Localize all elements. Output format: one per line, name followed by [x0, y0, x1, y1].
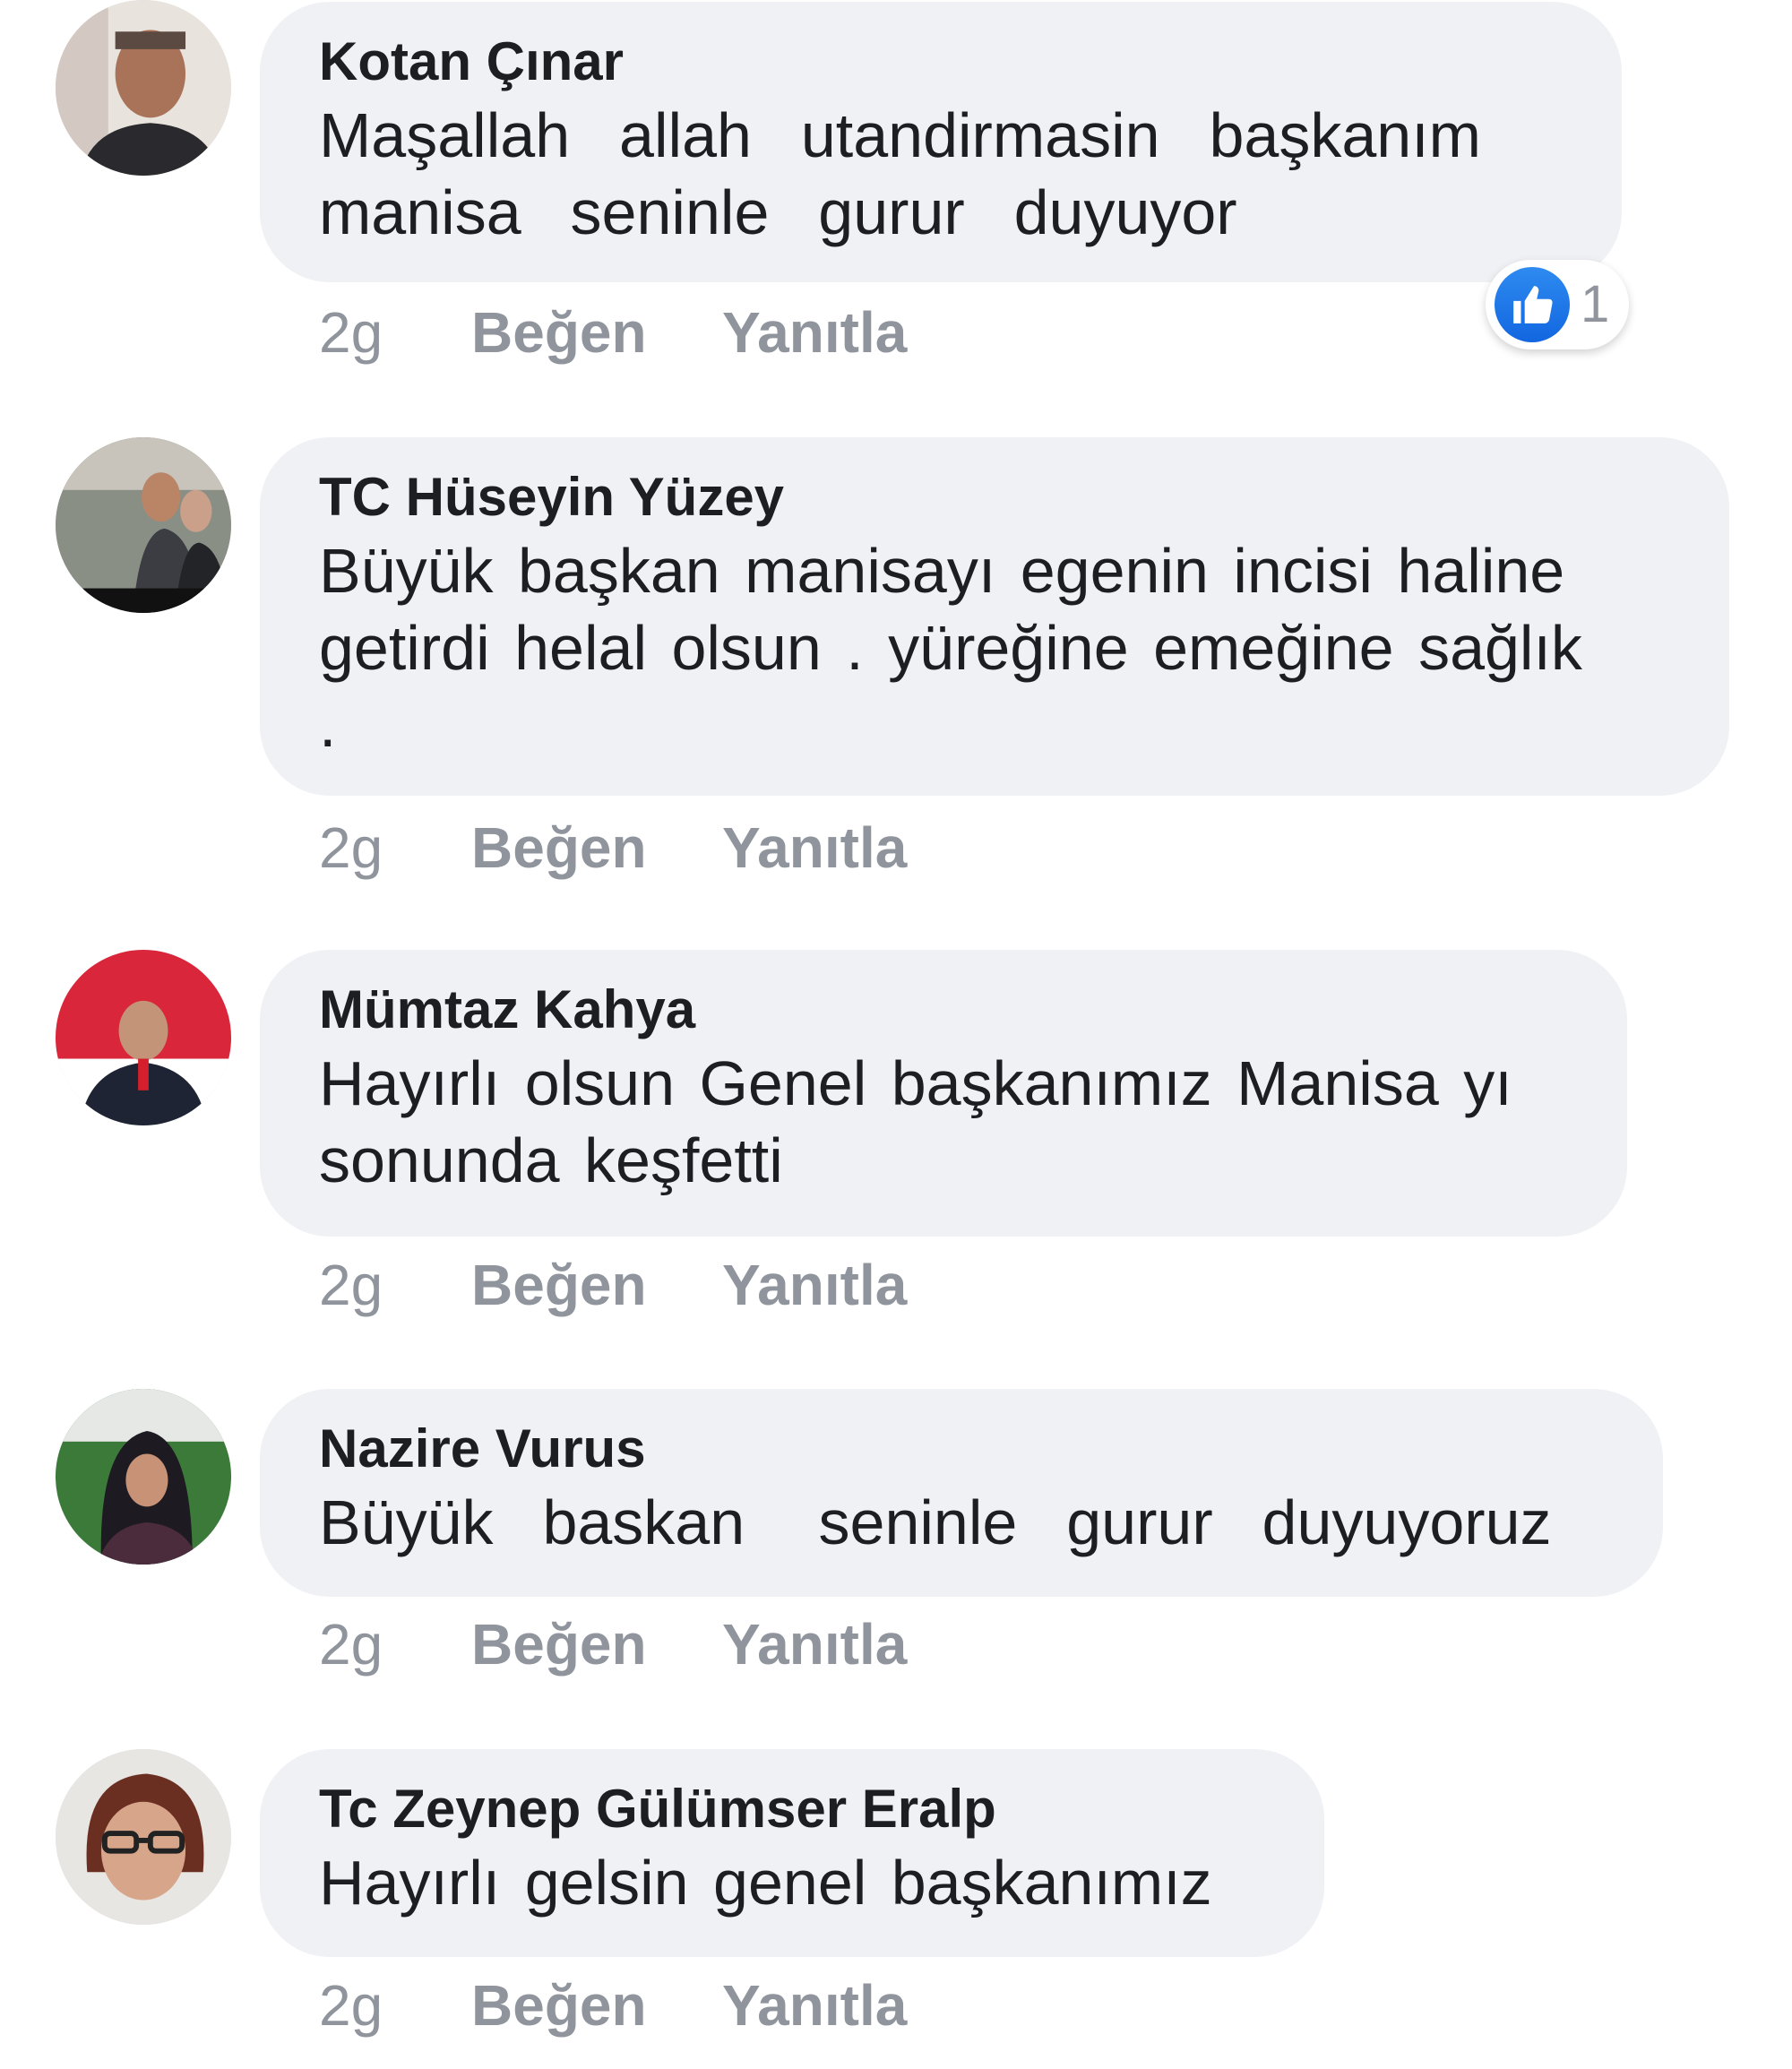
- comment-author[interactable]: Mümtaz Kahya: [319, 975, 1570, 1045]
- comment-author[interactable]: Tc Zeynep Gülümser Eralp: [319, 1774, 1267, 1844]
- like-button[interactable]: Beğen: [471, 812, 722, 884]
- like-button[interactable]: Beğen: [471, 1249, 722, 1321]
- reply-button[interactable]: Yanıtla: [722, 297, 907, 368]
- reply-button[interactable]: Yanıtla: [722, 1970, 907, 2041]
- reaction-badge[interactable]: 1: [1486, 260, 1630, 349]
- avatar-photo-icon: [56, 0, 231, 176]
- comment-text: Hayırlı gelsin genel başkanımız: [319, 1848, 1212, 1918]
- comment-actions: 2g Beğen Yanıtla: [319, 297, 907, 368]
- comment-bubble: Kotan Çınar Maşallah allah utandirmasin …: [260, 2, 1622, 282]
- avatar[interactable]: [56, 1749, 231, 1925]
- avatar[interactable]: [56, 0, 231, 176]
- avatar[interactable]: [56, 950, 231, 1125]
- like-button[interactable]: Beğen: [471, 297, 722, 368]
- like-button[interactable]: Beğen: [471, 1970, 722, 2041]
- comment-bubble: Mümtaz Kahya Hayırlı olsun Genel başkanı…: [260, 950, 1627, 1237]
- comment-author[interactable]: TC Hüseyin Yüzey: [319, 462, 1672, 532]
- reply-button[interactable]: Yanıtla: [722, 1249, 907, 1321]
- comment-actions: 2g Beğen Yanıtla: [319, 1608, 907, 1680]
- comment-timestamp[interactable]: 2g: [319, 1970, 471, 2041]
- comment-timestamp[interactable]: 2g: [319, 1608, 471, 1680]
- comment-text: Büyük baskan seninle gurur duyuyoruz: [319, 1487, 1552, 1557]
- avatar-photo-icon: [56, 437, 231, 613]
- comment-bubble: TC Hüseyin Yüzey Büyük başkan manisayı e…: [260, 437, 1729, 796]
- reply-button[interactable]: Yanıtla: [722, 812, 907, 884]
- comment-bubble: Tc Zeynep Gülümser Eralp Hayırlı gelsin …: [260, 1749, 1324, 1957]
- comment-author[interactable]: Nazire Vurus: [319, 1414, 1606, 1484]
- comment-author[interactable]: Kotan Çınar: [319, 27, 1564, 97]
- comment-timestamp[interactable]: 2g: [319, 812, 471, 884]
- comment-text: Hayırlı olsun Genel başkanımız Manisa yı…: [319, 1048, 1512, 1195]
- comment-actions: 2g Beğen Yanıtla: [319, 812, 907, 884]
- avatar[interactable]: [56, 1389, 231, 1565]
- avatar-photo-icon: [56, 1389, 231, 1565]
- like-button[interactable]: Beğen: [471, 1608, 722, 1680]
- comment-timestamp[interactable]: 2g: [319, 1249, 471, 1321]
- reply-button[interactable]: Yanıtla: [722, 1608, 907, 1680]
- comment-actions: 2g Beğen Yanıtla: [319, 1249, 907, 1321]
- reaction-count: 1: [1581, 275, 1610, 333]
- avatar-photo-icon: [56, 1749, 231, 1925]
- comment-bubble: Nazire Vurus Büyük baskan seninle gurur …: [260, 1389, 1663, 1597]
- comment-text: Büyük başkan manisayı egenin incisi hali…: [319, 536, 1582, 760]
- avatar-photo-icon: [56, 950, 231, 1125]
- avatar[interactable]: [56, 437, 231, 613]
- comment-actions: 2g Beğen Yanıtla: [319, 1970, 907, 2041]
- comment-text: Maşallah allah utandirmasin başkanım man…: [319, 100, 1481, 247]
- thumbs-up-icon: [1495, 267, 1570, 342]
- comment-timestamp[interactable]: 2g: [319, 297, 471, 368]
